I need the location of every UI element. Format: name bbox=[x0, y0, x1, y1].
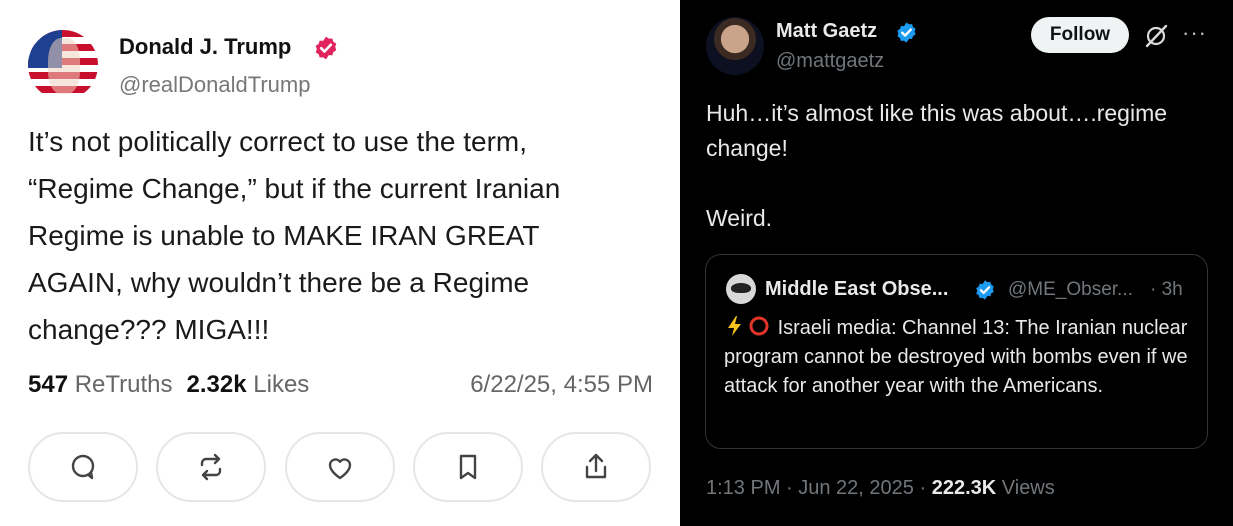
grok-icon[interactable] bbox=[1142, 22, 1170, 50]
quote-avatar[interactable] bbox=[726, 274, 756, 304]
author-handle[interactable]: @mattgaetz bbox=[776, 50, 884, 73]
like-button[interactable] bbox=[285, 432, 395, 502]
quote-body: Israeli media: Channel 13: The Iranian n… bbox=[724, 314, 1189, 401]
quote-text: Israeli media: Channel 13: The Iranian n… bbox=[724, 317, 1188, 397]
follow-button[interactable]: Follow bbox=[1031, 17, 1129, 53]
retruths-count: 547 bbox=[28, 371, 69, 398]
retruth-button[interactable] bbox=[156, 432, 266, 502]
post-body: It’s not politically correct to use the … bbox=[28, 126, 561, 345]
retruths-label: ReTruths bbox=[74, 371, 173, 398]
lightning-icon bbox=[728, 316, 741, 336]
post-meta: 1:13 PM · Jun 22, 2025 · 222.3K Views bbox=[706, 477, 1055, 500]
retruths-stat[interactable]: 547 ReTruths bbox=[28, 371, 173, 398]
author-handle[interactable]: @realDonaldTrump bbox=[119, 72, 310, 98]
reply-button[interactable] bbox=[28, 432, 138, 502]
share-icon bbox=[585, 453, 607, 479]
likes-count: 2.32k bbox=[186, 371, 247, 398]
author-name[interactable]: Donald J. Trump bbox=[119, 34, 291, 60]
verified-badge-icon bbox=[897, 22, 916, 43]
post-time[interactable]: 1:13 PM · Jun 22, 2025 · bbox=[706, 477, 926, 499]
views-count: 222.3K bbox=[931, 477, 997, 499]
post-stats: 547 ReTruths 2.32k Likes 6/22/25, 4:55 PM bbox=[28, 371, 653, 399]
quoted-post[interactable]: Middle East Obse... @ME_Obser... · 3h Is… bbox=[705, 254, 1208, 449]
post-timestamp[interactable]: 6/22/25, 4:55 PM bbox=[470, 371, 653, 399]
post-body: Huh…it’s almost like this was about….reg… bbox=[706, 100, 1168, 231]
verified-badge-icon bbox=[976, 280, 994, 300]
red-circle-icon bbox=[749, 316, 769, 336]
verified-badge-icon bbox=[315, 36, 337, 60]
quote-author-name: Middle East Obse... bbox=[765, 278, 949, 300]
likes-label: Likes bbox=[253, 371, 310, 398]
reply-icon bbox=[71, 454, 95, 480]
truth-social-post: Donald J. Trump @realDonaldTrump It’s no… bbox=[0, 0, 680, 526]
avatar[interactable] bbox=[28, 30, 98, 100]
bookmark-button[interactable] bbox=[413, 432, 523, 502]
quote-handle: @ME_Obser... bbox=[1008, 279, 1133, 300]
more-options-icon[interactable]: ··· bbox=[1182, 20, 1207, 46]
retruth-icon bbox=[200, 453, 222, 481]
bookmark-icon bbox=[459, 454, 477, 480]
share-button[interactable] bbox=[541, 432, 651, 502]
avatar[interactable] bbox=[706, 17, 764, 75]
x-post: Matt Gaetz @mattgaetz Follow ··· Huh…it’… bbox=[680, 0, 1233, 526]
like-icon bbox=[328, 458, 352, 480]
views-label: Views bbox=[1001, 477, 1055, 499]
author-name[interactable]: Matt Gaetz bbox=[776, 20, 877, 43]
quote-time: · 3h bbox=[1150, 279, 1183, 300]
likes-stat[interactable]: 2.32k Likes bbox=[187, 371, 310, 398]
